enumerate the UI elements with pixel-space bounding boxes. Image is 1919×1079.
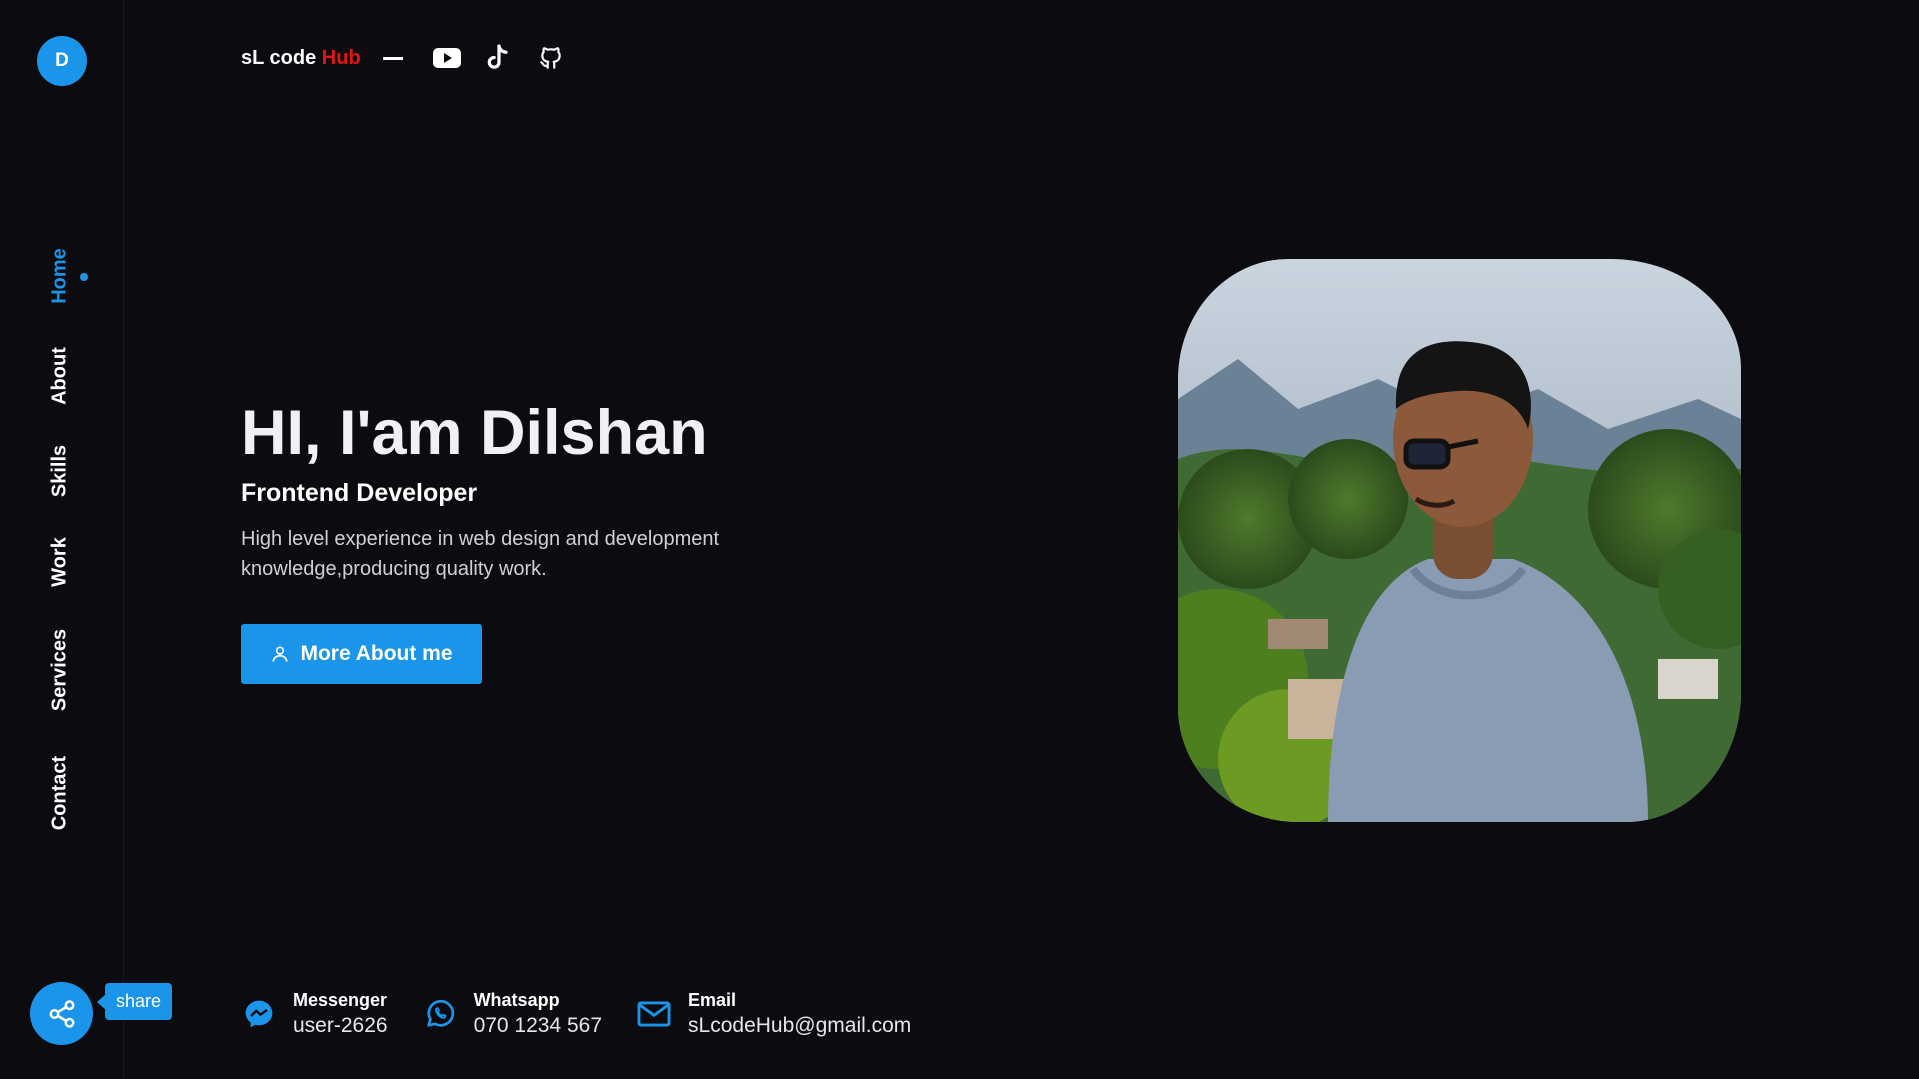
messenger-value: user-2626: [293, 1014, 388, 1037]
logo-avatar[interactable]: D: [37, 36, 87, 86]
logo-letter: D: [55, 50, 69, 71]
profile-photo: [1178, 259, 1741, 822]
user-icon: [272, 646, 288, 662]
youtube-icon[interactable]: [432, 44, 461, 72]
email-label: Email: [688, 990, 737, 1010]
more-about-label: More About me: [300, 642, 453, 665]
sidebar: D Home About Skills Work Services Contac…: [0, 0, 173, 1079]
whatsapp-value: 070 1234 567: [473, 1014, 603, 1037]
hero-subtitle: Frontend Developer: [241, 479, 478, 507]
messenger-icon: [241, 996, 277, 1032]
nav-work[interactable]: Work: [49, 537, 72, 587]
contact-whatsapp[interactable]: Whatsapp 070 1234 567: [422, 988, 602, 1040]
nav-skills[interactable]: Skills: [49, 445, 72, 497]
share-icon: [49, 999, 74, 1028]
contact-bar: Messenger user-2626 Whatsapp 070 1234 56…: [241, 988, 945, 1040]
header-divider: [382, 56, 403, 60]
brand-name[interactable]: sL code Hub: [241, 47, 361, 70]
nav-about[interactable]: About: [49, 347, 72, 405]
tiktok-icon[interactable]: [485, 44, 513, 72]
nav-active-dot: [80, 273, 88, 281]
whatsapp-icon: [422, 996, 458, 1032]
hero-title: HI, I'am Dilshan: [241, 398, 708, 468]
hero-section: HI, I'am Dilshan Frontend Developer High…: [241, 395, 841, 684]
portfolio-page: D Home About Skills Work Services Contac…: [0, 0, 1919, 1079]
brand-prefix: sL code: [241, 46, 322, 69]
share-tooltip: share: [96, 983, 173, 1020]
social-links: [432, 44, 565, 72]
messenger-label: Messenger: [293, 990, 388, 1010]
github-icon[interactable]: [537, 44, 565, 72]
nav-contact[interactable]: Contact: [49, 756, 72, 830]
email-icon: [636, 996, 672, 1032]
nav-services[interactable]: Services: [49, 629, 72, 711]
nav-home[interactable]: Home: [49, 248, 72, 304]
contact-messenger[interactable]: Messenger user-2626: [241, 988, 388, 1040]
more-about-button[interactable]: More About me: [241, 624, 482, 684]
whatsapp-label: Whatsapp: [473, 990, 560, 1010]
share-button[interactable]: [30, 982, 93, 1045]
hero-description: High level experience in web design and …: [241, 528, 720, 580]
brand-accent: Hub: [321, 46, 361, 69]
contact-email[interactable]: Email sLcodeHub@gmail.com: [636, 988, 911, 1040]
email-value: sLcodeHub@gmail.com: [688, 1014, 912, 1037]
top-header: sL code Hub: [241, 40, 565, 76]
